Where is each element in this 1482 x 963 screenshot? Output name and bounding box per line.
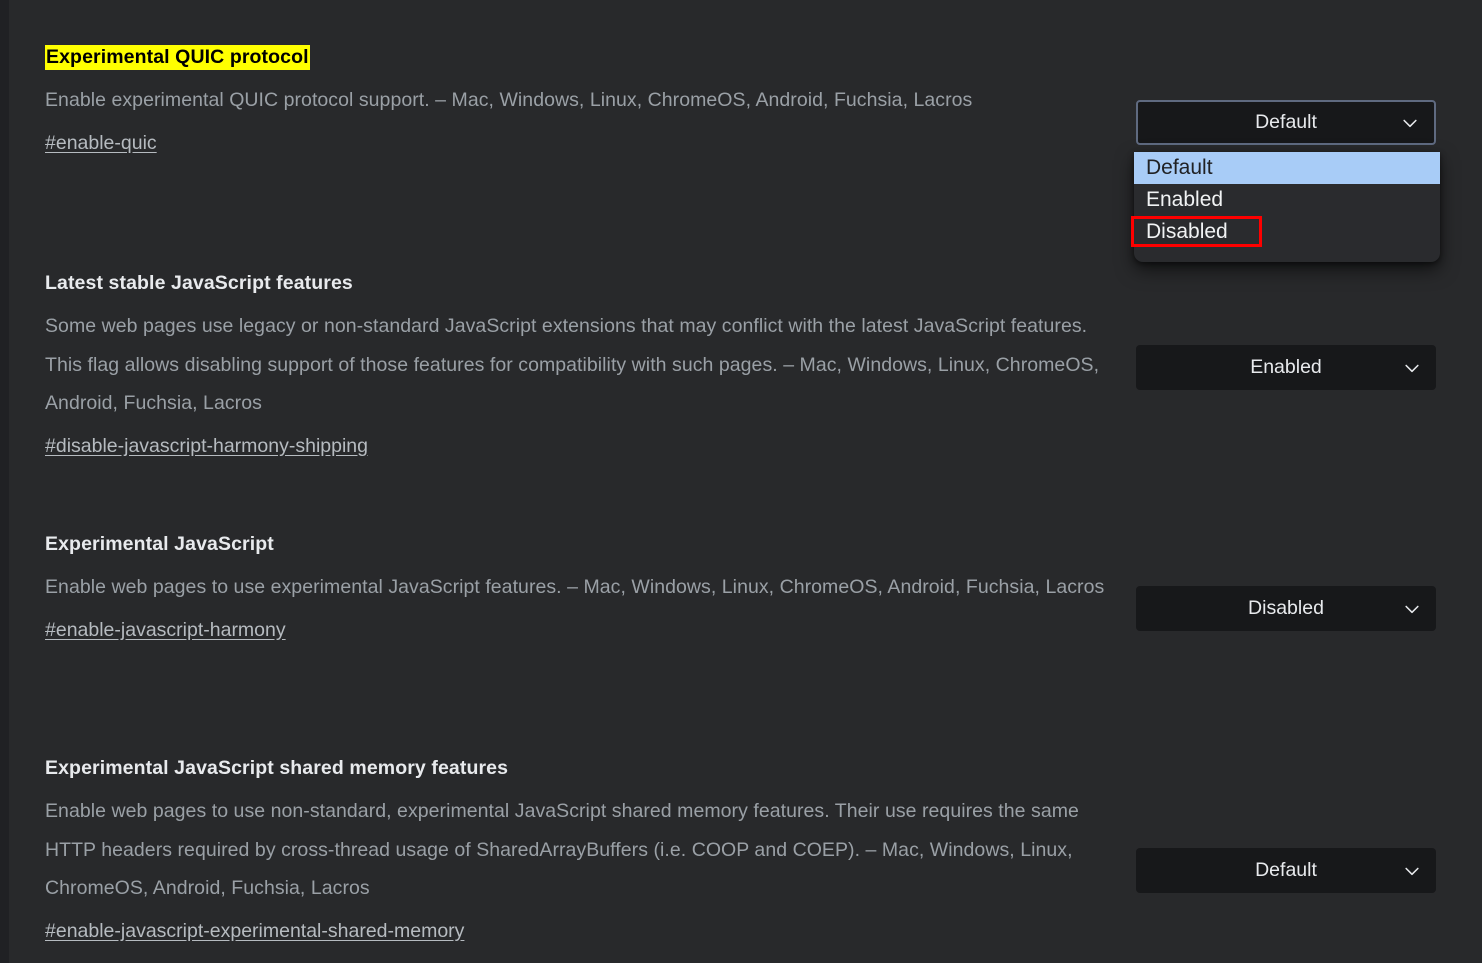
flag-text-block: Experimental JavaScript shared memory fe… — [45, 755, 1125, 950]
flag-select-value: Default — [1255, 111, 1317, 133]
flag-title: Experimental JavaScript shared memory fe… — [45, 757, 509, 779]
flag-text-block: Latest stable JavaScript features Some w… — [45, 270, 1125, 465]
left-edge-gutter — [0, 0, 9, 963]
flag-select-enable-javascript-harmony[interactable]: Disabled — [1136, 586, 1436, 631]
flag-title: Experimental JavaScript — [45, 533, 274, 555]
flag-title-line: Experimental JavaScript — [45, 531, 1125, 558]
dropdown-option-disabled[interactable]: Disabled — [1134, 216, 1440, 248]
flag-select-value: Disabled — [1248, 597, 1324, 619]
chevron-down-icon — [1403, 119, 1417, 127]
flag-link-enable-quic[interactable]: #enable-quic — [45, 124, 157, 163]
flag-text-block: Experimental JavaScript Enable web pages… — [45, 531, 1125, 649]
flag-title-line: Latest stable JavaScript features — [45, 270, 1125, 297]
chevron-down-icon — [1405, 605, 1419, 613]
flag-select-enable-javascript-experimental-shared-memory[interactable]: Default — [1136, 848, 1436, 893]
flag-title-line: Experimental JavaScript shared memory fe… — [45, 755, 1125, 782]
flag-link-enable-javascript-harmony[interactable]: #enable-javascript-harmony — [45, 611, 286, 650]
flag-description: Some web pages use legacy or non-standar… — [45, 315, 1100, 414]
flag-select-enable-quic[interactable]: Default — [1136, 100, 1436, 145]
flag-title: Latest stable JavaScript features — [45, 272, 353, 294]
flag-select-disable-javascript-harmony-shipping[interactable]: Enabled — [1136, 345, 1436, 390]
flag-select-value: Enabled — [1250, 356, 1322, 378]
flag-link-enable-javascript-experimental-shared-memory[interactable]: #enable-javascript-experimental-shared-m… — [45, 912, 464, 951]
flag-link-disable-javascript-harmony-shipping[interactable]: #disable-javascript-harmony-shipping — [45, 427, 368, 466]
flag-description: Enable web pages to use non-standard, ex… — [45, 800, 1079, 899]
flag-description: Enable web pages to use experimental Jav… — [45, 576, 1105, 598]
dropdown-option-default[interactable]: Default — [1134, 152, 1440, 184]
flag-description: Enable experimental QUIC protocol suppor… — [45, 89, 973, 111]
chevron-down-icon — [1405, 364, 1419, 372]
flags-page: Experimental QUIC protocol Enable experi… — [0, 0, 1482, 963]
chevron-down-icon — [1405, 867, 1419, 875]
flag-text-block: Experimental QUIC protocol Enable experi… — [45, 44, 1125, 162]
flag-entry-disable-javascript-harmony-shipping: Latest stable JavaScript features Some w… — [45, 270, 1436, 465]
flag-entry-enable-javascript-experimental-shared-memory: Experimental JavaScript shared memory fe… — [45, 755, 1436, 950]
dropdown-option-enabled[interactable]: Enabled — [1134, 184, 1440, 216]
flag-title: Experimental QUIC protocol — [45, 45, 310, 70]
flag-entry-enable-javascript-harmony: Experimental JavaScript Enable web pages… — [45, 531, 1436, 649]
flag-select-value: Default — [1255, 859, 1317, 881]
flag-select-dropdown-enable-quic[interactable]: Default Enabled Disabled — [1134, 152, 1440, 262]
flag-entry-enable-quic: Experimental QUIC protocol Enable experi… — [45, 44, 1436, 162]
flag-title-line: Experimental QUIC protocol — [45, 44, 1125, 71]
